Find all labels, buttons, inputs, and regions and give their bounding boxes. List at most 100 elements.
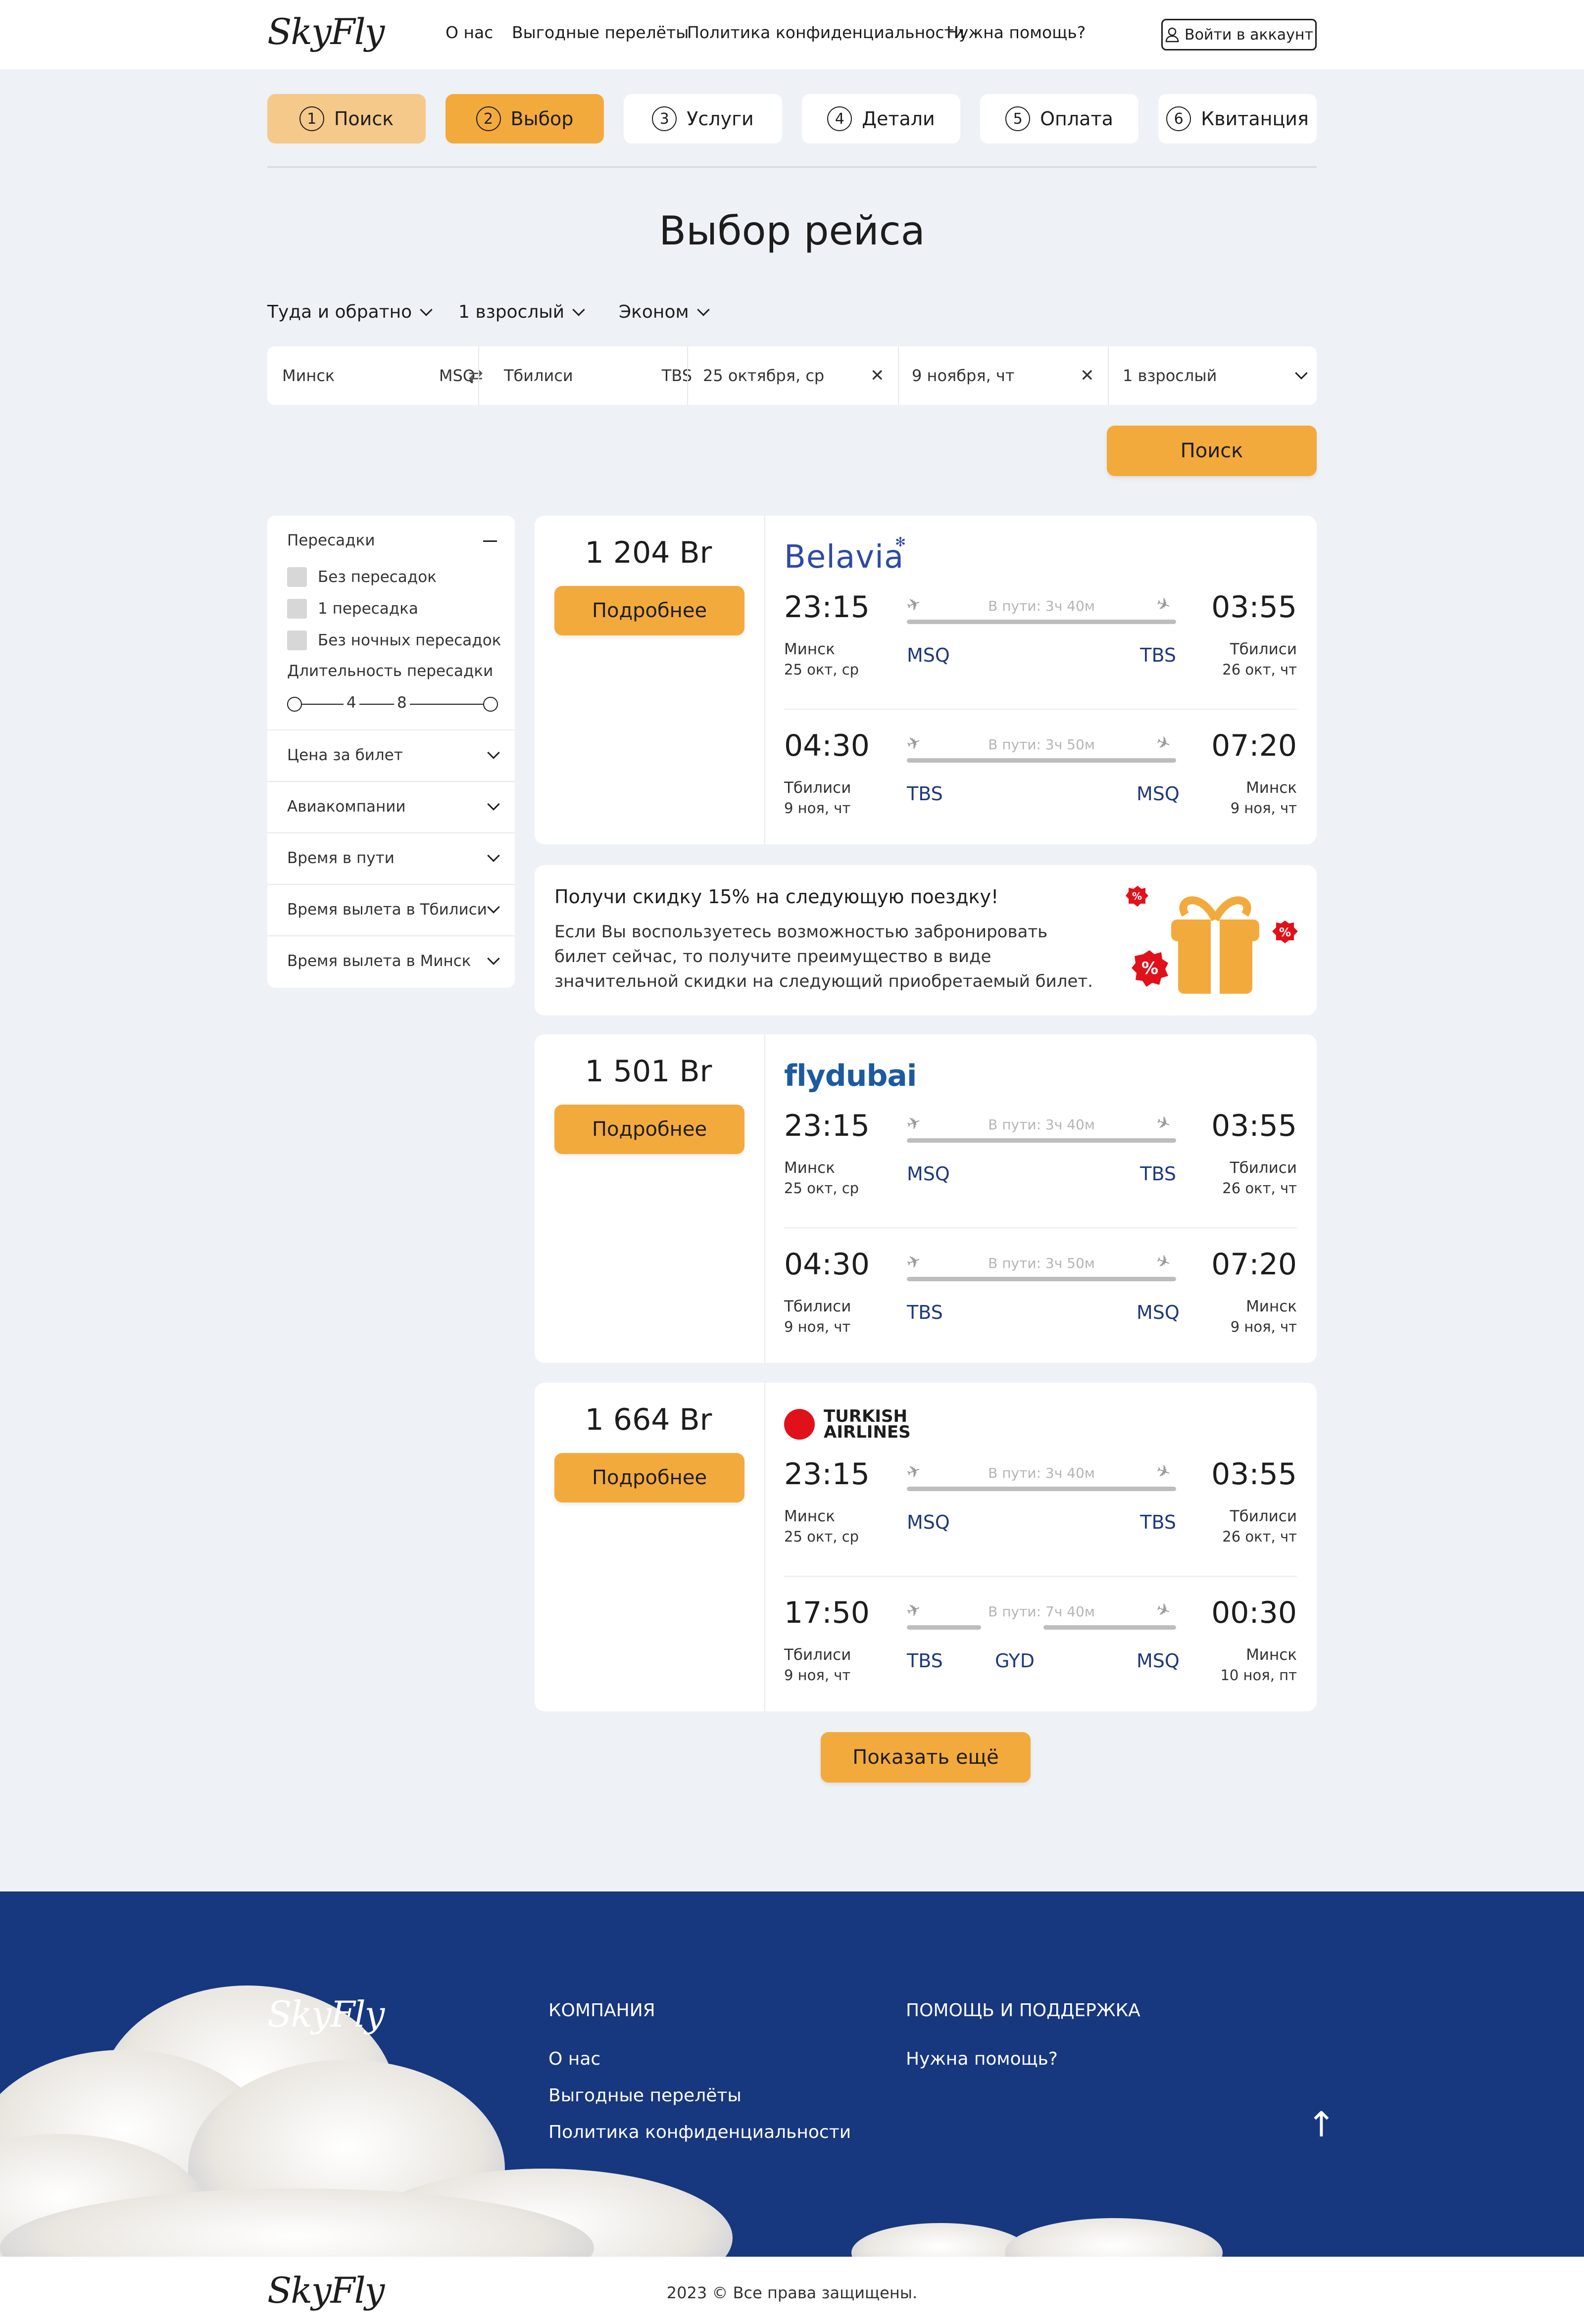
landing-icon: ✈ <box>1153 593 1174 617</box>
details-button[interactable]: Подробнее <box>554 586 744 635</box>
flight-track <box>907 1487 1176 1491</box>
slider-handle-max[interactable] <box>483 697 498 712</box>
arrival-code: TBS <box>1140 1163 1176 1185</box>
footer-link-privacy[interactable]: Политика конфиденциальности <box>548 2122 851 2142</box>
search-bar: Минск MSQ ⇄ Тбилиси TBS 25 октября, ср ✕ 9… <box>267 346 1317 405</box>
show-more-button[interactable]: Показать ещё <box>821 1732 1031 1783</box>
trip-type-dropdown[interactable]: Туда и обратно <box>267 302 433 322</box>
checkbox[interactable] <box>287 630 307 650</box>
swap-icon[interactable]: ⇄ <box>465 365 486 386</box>
card-divider <box>764 1383 765 1711</box>
slider-tick: 8 <box>394 694 410 712</box>
clear-return-icon[interactable]: ✕ <box>1080 346 1094 405</box>
collapse-icon[interactable] <box>483 540 497 542</box>
filter-section[interactable]: Время вылета в Тбилиси <box>287 884 500 935</box>
arrival-city: Тбилиси <box>1230 1159 1297 1177</box>
stops-title[interactable]: Пересадки <box>287 532 375 549</box>
clear-depart-icon[interactable]: ✕ <box>870 346 885 405</box>
details-button[interactable]: Подробнее <box>554 1453 744 1502</box>
departure-code: MSQ <box>907 1163 950 1185</box>
departure-city: Минск <box>784 1159 835 1177</box>
slider-handle-min[interactable] <box>287 697 302 712</box>
from-field[interactable]: Минск MSQ <box>282 346 475 405</box>
arrival-city: Тбилиси <box>1230 640 1297 658</box>
to-field[interactable]: Тбилиси TBS <box>504 346 692 405</box>
step-3[interactable]: 3 Услуги <box>624 94 782 144</box>
checkbox[interactable] <box>287 599 307 619</box>
details-button[interactable]: Подробнее <box>554 1105 744 1154</box>
departure-city: Тбилиси <box>784 779 851 797</box>
scroll-up-icon[interactable]: ↑ <box>1307 2104 1336 2145</box>
flight-price: 1 204 Br <box>585 535 712 570</box>
departure-time: 17:50 <box>784 1596 870 1630</box>
depart-date-field[interactable]: 25 октября, ср <box>703 346 886 405</box>
slider-tick: 4 <box>344 694 359 712</box>
arrival-time: 03:55 <box>1211 590 1297 625</box>
step-number: 6 <box>1166 106 1191 131</box>
stop-option[interactable]: Без пересадок <box>287 567 437 587</box>
flight-card: 1 664 Br Подробнее TURKISH AIRLINES 23:15 Ми… <box>535 1383 1317 1711</box>
flight-track <box>907 1625 981 1630</box>
nav-privacy[interactable]: Политика конфиденциальности <box>687 23 964 42</box>
search-button[interactable]: Поиск <box>1107 426 1317 476</box>
footer-company-title: КОМПАНИЯ <box>548 2000 655 2021</box>
departure-city: Минск <box>784 640 835 658</box>
stop-option[interactable]: Без ночных пересадок <box>287 630 501 650</box>
nav-help[interactable]: Нужна помощь? <box>946 23 1086 42</box>
arrival-time: 00:30 <box>1211 1596 1297 1630</box>
footer-link-help[interactable]: Нужна помощь? <box>906 2049 1058 2069</box>
step-number: 3 <box>652 106 677 131</box>
logo[interactable]: SkyFly <box>267 11 385 52</box>
step-label: Поиск <box>334 108 394 130</box>
field-divider <box>898 346 899 405</box>
flight-duration: В пути: 3ч 40м <box>976 598 1107 614</box>
class-dropdown[interactable]: Эконом <box>619 302 710 322</box>
chevron-down-icon <box>1295 367 1308 380</box>
filter-section[interactable]: Время в пути <box>287 832 500 884</box>
flight-price: 1 664 Br <box>585 1403 712 1437</box>
duration-slider[interactable]: 4 8 <box>287 694 498 714</box>
flight-duration: В пути: 3ч 40м <box>976 1465 1107 1481</box>
field-divider <box>687 346 688 405</box>
arrival-date: 9 ноя, чт <box>1230 800 1297 817</box>
passengers-value: 1 взрослый <box>458 302 565 322</box>
filter-section[interactable]: Цена за билет <box>287 729 500 781</box>
copyright: 2023 © Все права защищены. <box>666 2283 918 2302</box>
depart-date: 25 октября, ср <box>703 366 825 385</box>
nav-deals[interactable]: Выгодные перелёты <box>512 23 689 42</box>
departure-code: TBS <box>907 1302 943 1323</box>
stopover-code: GYD <box>995 1650 1035 1672</box>
flight-track <box>907 1138 1176 1143</box>
departure-city: Минск <box>784 1507 835 1525</box>
passengers-field[interactable]: 1 взрослый <box>1123 346 1308 405</box>
step-4[interactable]: 4 Детали <box>802 94 960 144</box>
flight-duration: В пути: 3ч 50м <box>976 736 1107 753</box>
flight-duration: В пути: 7ч 40м <box>976 1603 1107 1620</box>
snowflake-icon: ✻ <box>895 535 906 550</box>
filter-section[interactable]: Авиакомпании <box>287 781 500 832</box>
return-date-field[interactable]: 9 ноября, чт <box>912 346 1095 405</box>
step-6[interactable]: 6 Квитанция <box>1158 94 1317 144</box>
nav-about[interactable]: О нас <box>446 23 493 42</box>
stop-option-label: Без ночных пересадок <box>318 631 501 649</box>
login-button[interactable]: Войти в аккаунт <box>1161 19 1317 50</box>
takeoff-icon: ✈ <box>904 1112 924 1135</box>
step-2[interactable]: 2 Выбор <box>446 94 604 144</box>
checkbox[interactable] <box>287 567 307 587</box>
airline-name: TURKISH AIRLINES <box>824 1406 911 1442</box>
footer-bottom: SkyFly 2023 © Все права защищены. <box>0 2257 1584 2324</box>
departure-city: Тбилиси <box>784 1646 851 1664</box>
footer-link-deals[interactable]: Выгодные перелёты <box>548 2085 742 2106</box>
stop-option[interactable]: 1 пересадка <box>287 599 418 619</box>
footer-link-about[interactable]: О нас <box>548 2049 600 2069</box>
filter-section[interactable]: Время вылета в Минск <box>287 935 500 987</box>
chevron-down-icon <box>487 849 500 862</box>
departure-code: TBS <box>907 783 943 805</box>
step-5[interactable]: 5 Оплата <box>980 94 1138 144</box>
departure-date: 25 окт, ср <box>784 661 859 678</box>
footer-logo[interactable]: SkyFly <box>267 1993 385 2035</box>
site-footer: SkyFly КОМПАНИЯ О нас Выгодные перелёты … <box>0 1891 1584 2257</box>
arrival-city: Тбилиси <box>1230 1507 1297 1525</box>
passengers-dropdown[interactable]: 1 взрослый <box>458 302 585 322</box>
step-1[interactable]: 1 Поиск <box>267 94 426 144</box>
